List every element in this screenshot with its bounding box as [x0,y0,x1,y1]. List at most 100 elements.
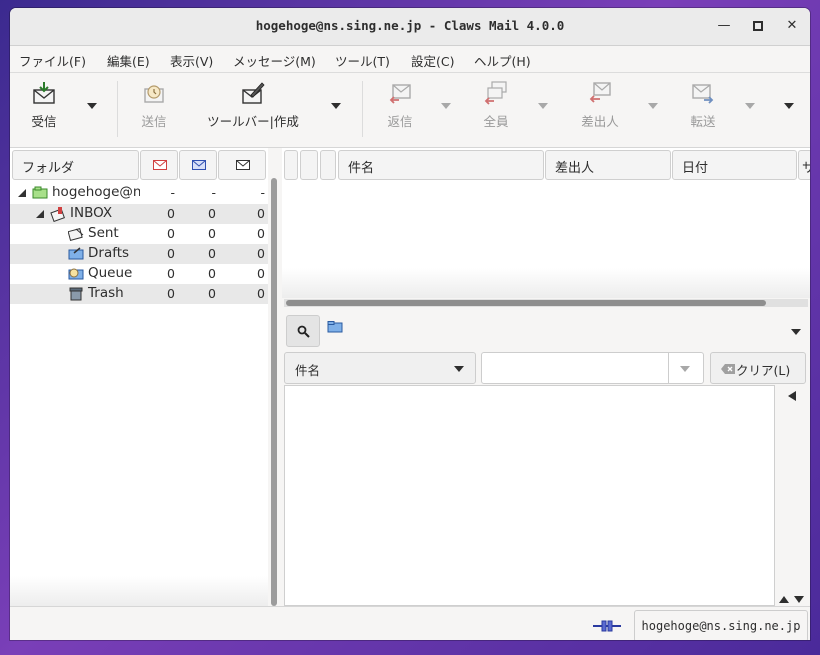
maximize-button[interactable] [747,16,769,36]
reply-sender-dropdown-icon[interactable] [648,103,658,109]
clear-icon [721,364,735,374]
scroll-down-icon[interactable] [794,596,804,603]
send-queued-icon [144,85,164,103]
mark-column-header[interactable] [284,150,298,180]
drafts-icon [68,247,84,260]
menu-help[interactable]: ヘルプ(H) [474,51,531,70]
trash-icon [69,287,83,301]
total-count: 0 [257,286,265,301]
clear-button[interactable]: クリア(L) [710,352,806,384]
search-input[interactable] [481,352,704,384]
message-preview [284,385,775,606]
reply-sender-button[interactable]: 差出人 [575,81,625,130]
scroll-left-icon[interactable] [788,391,796,401]
online-status-icon[interactable] [593,619,621,633]
search-field-select[interactable]: 件名 [284,352,476,384]
folder-name: hogehoge@ns [52,184,140,200]
from-column-header[interactable]: 差出人 [545,150,671,180]
unread-column-header[interactable] [140,150,178,180]
total-count: 0 [257,226,265,241]
expand-arrow-icon[interactable] [36,210,44,218]
new-count: 0 [208,226,216,241]
scroll-up-icon[interactable] [779,596,789,603]
queue-icon [68,268,84,280]
forward-button[interactable]: 転送 [685,81,721,130]
unread-count: 0 [167,286,175,301]
search-options-dropdown-icon[interactable] [791,329,801,335]
compose-button[interactable]: ツールバー|作成 [203,81,303,130]
reply-button[interactable]: 返信 [382,81,418,130]
unread-mail-icon [153,160,167,170]
chevron-down-icon [454,366,464,372]
search-toggle-button[interactable] [286,315,320,347]
unread-count: 0 [167,206,175,221]
minimize-button[interactable]: — [713,16,735,36]
menu-tools[interactable]: ツール(T) [335,51,390,70]
forward-icon [692,84,714,104]
receive-dropdown-icon[interactable] [87,103,97,109]
new-column-header[interactable] [179,150,217,180]
folder-row-trash[interactable]: Trash 0 0 0 [10,284,268,304]
toolbar-separator [117,81,118,137]
forward-dropdown-icon[interactable] [745,103,755,109]
receive-icon [33,82,55,104]
scrollbar-thumb[interactable] [286,300,766,306]
total-count: 0 [257,206,265,221]
unread-count: 0 [167,226,175,241]
toolbar: 受信 送信 ツールバー|作成 返信 全員 差出人 転送 [10,73,810,148]
folder-pane: フォルダ hogehoge@ns - - - INBOX 0 0 0 Sent … [10,148,268,606]
reply-all-dropdown-icon[interactable] [538,103,548,109]
pane-shadow [10,576,268,606]
search-history-dropdown-icon[interactable] [680,366,690,372]
folder-row-account[interactable]: hogehoge@ns - - - [10,183,268,203]
folder-column-header[interactable]: フォルダ [12,150,139,180]
folder-icon [327,321,343,333]
menu-view[interactable]: 表示(V) [170,51,213,70]
reply-dropdown-icon[interactable] [441,103,451,109]
pane-splitter[interactable] [268,178,278,606]
receive-button[interactable]: 受信 [24,81,64,130]
menu-settings[interactable]: 設定(C) [411,51,454,70]
status-column-header[interactable] [300,150,318,180]
folder-row-drafts[interactable]: Drafts 0 0 0 [10,244,268,264]
send-button[interactable]: 送信 [136,81,172,130]
folder-name: INBOX [70,205,113,221]
status-bar: hogehoge@ns.sing.ne.jp [10,606,810,640]
total-count: - [260,185,265,200]
menu-message[interactable]: メッセージ(M) [233,51,316,70]
menu-edit[interactable]: 編集(E) [107,51,150,70]
date-column-header[interactable]: 日付 [672,150,797,180]
folder-row-sent[interactable]: Sent 0 0 0 [10,224,268,244]
reply-all-button[interactable]: 全員 [478,81,514,130]
account-selector[interactable]: hogehoge@ns.sing.ne.jp [634,610,808,640]
size-column-header[interactable]: サ [798,150,810,180]
folder-name: Trash [88,285,124,301]
folder-name: Queue [88,265,133,281]
all-mail-icon [236,160,250,170]
attach-column-header[interactable] [320,150,336,180]
toolbar-overflow-icon[interactable] [784,103,794,109]
menu-bar: ファイル(F) 編集(E) 表示(V) メッセージ(M) ツール(T) 設定(C… [10,46,810,73]
main-window: hogehoge@ns.sing.ne.jp - Claws Mail 4.0.… [10,8,810,640]
folder-name: Sent [88,225,119,241]
new-count: 0 [208,246,216,261]
compose-dropdown-icon[interactable] [331,103,341,109]
window-title: hogehoge@ns.sing.ne.jp - Claws Mail 4.0.… [255,18,565,33]
inbox-icon [50,207,65,222]
title-bar: hogehoge@ns.sing.ne.jp - Claws Mail 4.0.… [10,8,810,46]
unread-count: 0 [167,266,175,281]
menu-file[interactable]: ファイル(F) [19,51,86,70]
subject-column-header[interactable]: 件名 [338,150,544,180]
compose-icon [242,82,265,104]
account-icon [32,186,48,199]
combo-divider [668,353,669,383]
folder-row-queue[interactable]: Queue 0 0 0 [10,264,268,284]
scrollbar-thumb[interactable] [271,178,277,606]
new-mail-icon [192,160,206,170]
horizontal-scrollbar[interactable] [284,299,808,307]
folder-row-inbox[interactable]: INBOX 0 0 0 [10,204,268,224]
close-button[interactable]: ✕ [781,16,803,36]
total-column-header[interactable] [218,150,266,180]
expand-arrow-icon[interactable] [18,189,26,197]
total-count: 0 [257,246,265,261]
